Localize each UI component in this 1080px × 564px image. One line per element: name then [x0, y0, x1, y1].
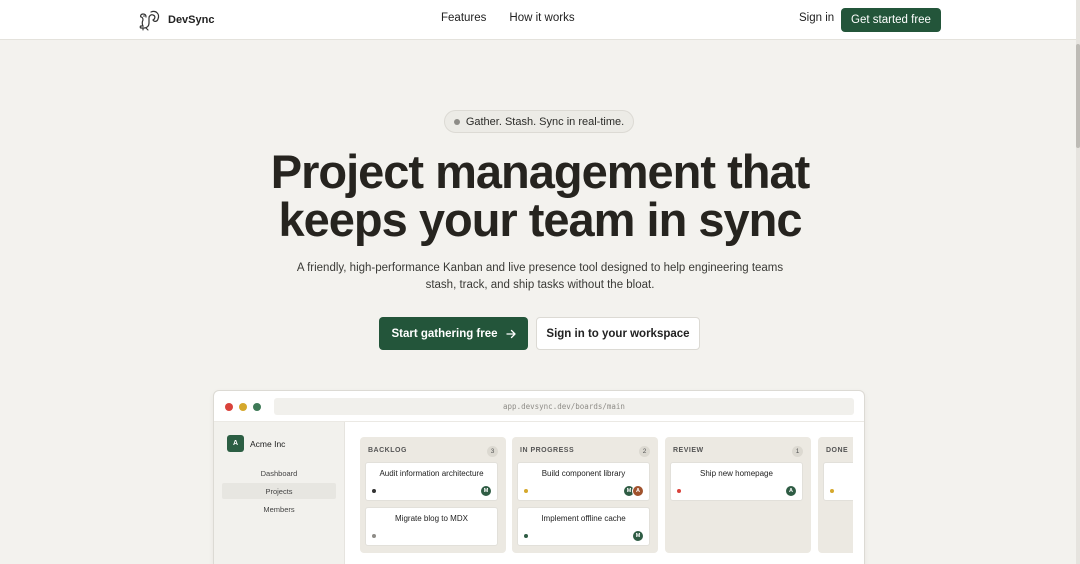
subtitle-line-2: stash, track, and ship tasks without the…	[425, 279, 655, 291]
sidebar-item-members[interactable]: Members	[222, 501, 336, 517]
hero-headline: Project management that keeps your team …	[0, 148, 1080, 244]
assignee-avatar: M	[480, 485, 492, 497]
assignee-avatar: A	[785, 485, 797, 497]
sidebar-item-dashboard[interactable]: Dashboard	[222, 465, 336, 481]
app-preview-window: app.devsync.dev/boards/main A Acme Inc D…	[213, 390, 865, 564]
priority-dot-icon	[524, 534, 528, 538]
priority-dot-icon	[830, 489, 834, 493]
org-switcher[interactable]: A Acme Inc	[227, 435, 285, 452]
assignee-avatar: M	[632, 530, 644, 542]
page-scrollbar[interactable]	[1076, 0, 1080, 564]
task-card[interactable]: Audit information architecture M	[365, 462, 498, 501]
column-count: 1	[792, 446, 803, 457]
nav-links: Features How it works	[441, 12, 575, 24]
task-title: Ship new homepage	[700, 469, 773, 478]
badge-text: Gather. Stash. Sync in real-time.	[465, 115, 625, 128]
task-title: Implement offline cache	[541, 514, 626, 523]
org-name: Acme Inc	[250, 438, 286, 449]
task-title: Migrate blog to MDX	[395, 514, 468, 523]
org-avatar: A	[227, 435, 244, 452]
scrollbar-thumb[interactable]	[1076, 44, 1080, 148]
app-sidebar: A Acme Inc Dashboard Projects Members	[214, 422, 345, 564]
column-count: 3	[487, 446, 498, 457]
column-review: REVIEW 1 Ship new homepage A	[665, 437, 811, 553]
column-title: IN PROGRESS	[520, 447, 575, 454]
column-title: BACKLOG	[368, 447, 407, 454]
window-titlebar: app.devsync.dev/boards/main	[214, 391, 864, 422]
task-card[interactable]: Implement offline cache M	[517, 507, 650, 546]
arrow-right-icon	[505, 329, 516, 338]
column-backlog: BACKLOG 3 Audit information architecture…	[360, 437, 506, 553]
close-dot-icon	[225, 403, 233, 411]
subtitle-line-1: A friendly, high-performance Kanban and …	[296, 262, 784, 274]
column-count: 2	[639, 446, 650, 457]
get-started-button[interactable]: Get started free	[841, 8, 941, 32]
squirrel-logo-icon	[139, 10, 160, 31]
minimize-dot-icon	[239, 403, 247, 411]
task-card[interactable]: Build component library M A	[517, 462, 650, 501]
sign-in-workspace-button[interactable]: Sign in to your workspace	[536, 317, 700, 350]
task-card[interactable]	[823, 462, 853, 501]
priority-dot-icon	[677, 489, 681, 493]
address-bar: app.devsync.dev/boards/main	[274, 398, 854, 415]
column-title: REVIEW	[673, 447, 704, 454]
priority-dot-icon	[524, 489, 528, 493]
priority-dot-icon	[372, 489, 376, 493]
column-in-progress: IN PROGRESS 2 Build component library M …	[512, 437, 658, 553]
column-title: DONE	[826, 447, 849, 454]
task-title: Build component library	[541, 469, 626, 478]
nav-link-features[interactable]: Features	[441, 12, 486, 24]
task-title: Audit information architecture	[379, 469, 484, 478]
badge-dot-icon	[453, 118, 460, 125]
tagline-badge: Gather. Stash. Sync in real-time.	[444, 110, 634, 133]
maximize-dot-icon	[253, 403, 261, 411]
sidebar-item-projects[interactable]: Projects	[222, 483, 336, 499]
start-gathering-label: Start gathering free	[391, 327, 498, 340]
top-nav: DevSync Features How it works Sign in Ge…	[0, 0, 1080, 40]
task-card[interactable]: Migrate blog to MDX	[365, 507, 498, 546]
column-done: DONE	[818, 437, 853, 553]
brand-name: DevSync	[168, 14, 215, 26]
headline-line-1: Project management that	[270, 145, 811, 198]
start-gathering-button[interactable]: Start gathering free	[379, 317, 528, 350]
priority-dot-icon	[372, 534, 376, 538]
sign-in-link[interactable]: Sign in	[799, 12, 834, 24]
brand[interactable]: DevSync	[137, 9, 214, 31]
assignee-avatar: A	[632, 485, 644, 497]
hero-subtitle: A friendly, high-performance Kanban and …	[290, 260, 790, 294]
kanban-board: BACKLOG 3 Audit information architecture…	[345, 422, 853, 564]
nav-link-how-it-works[interactable]: How it works	[509, 12, 574, 24]
task-card[interactable]: Ship new homepage A	[670, 462, 803, 501]
headline-line-2: keeps your team in sync	[278, 193, 803, 246]
